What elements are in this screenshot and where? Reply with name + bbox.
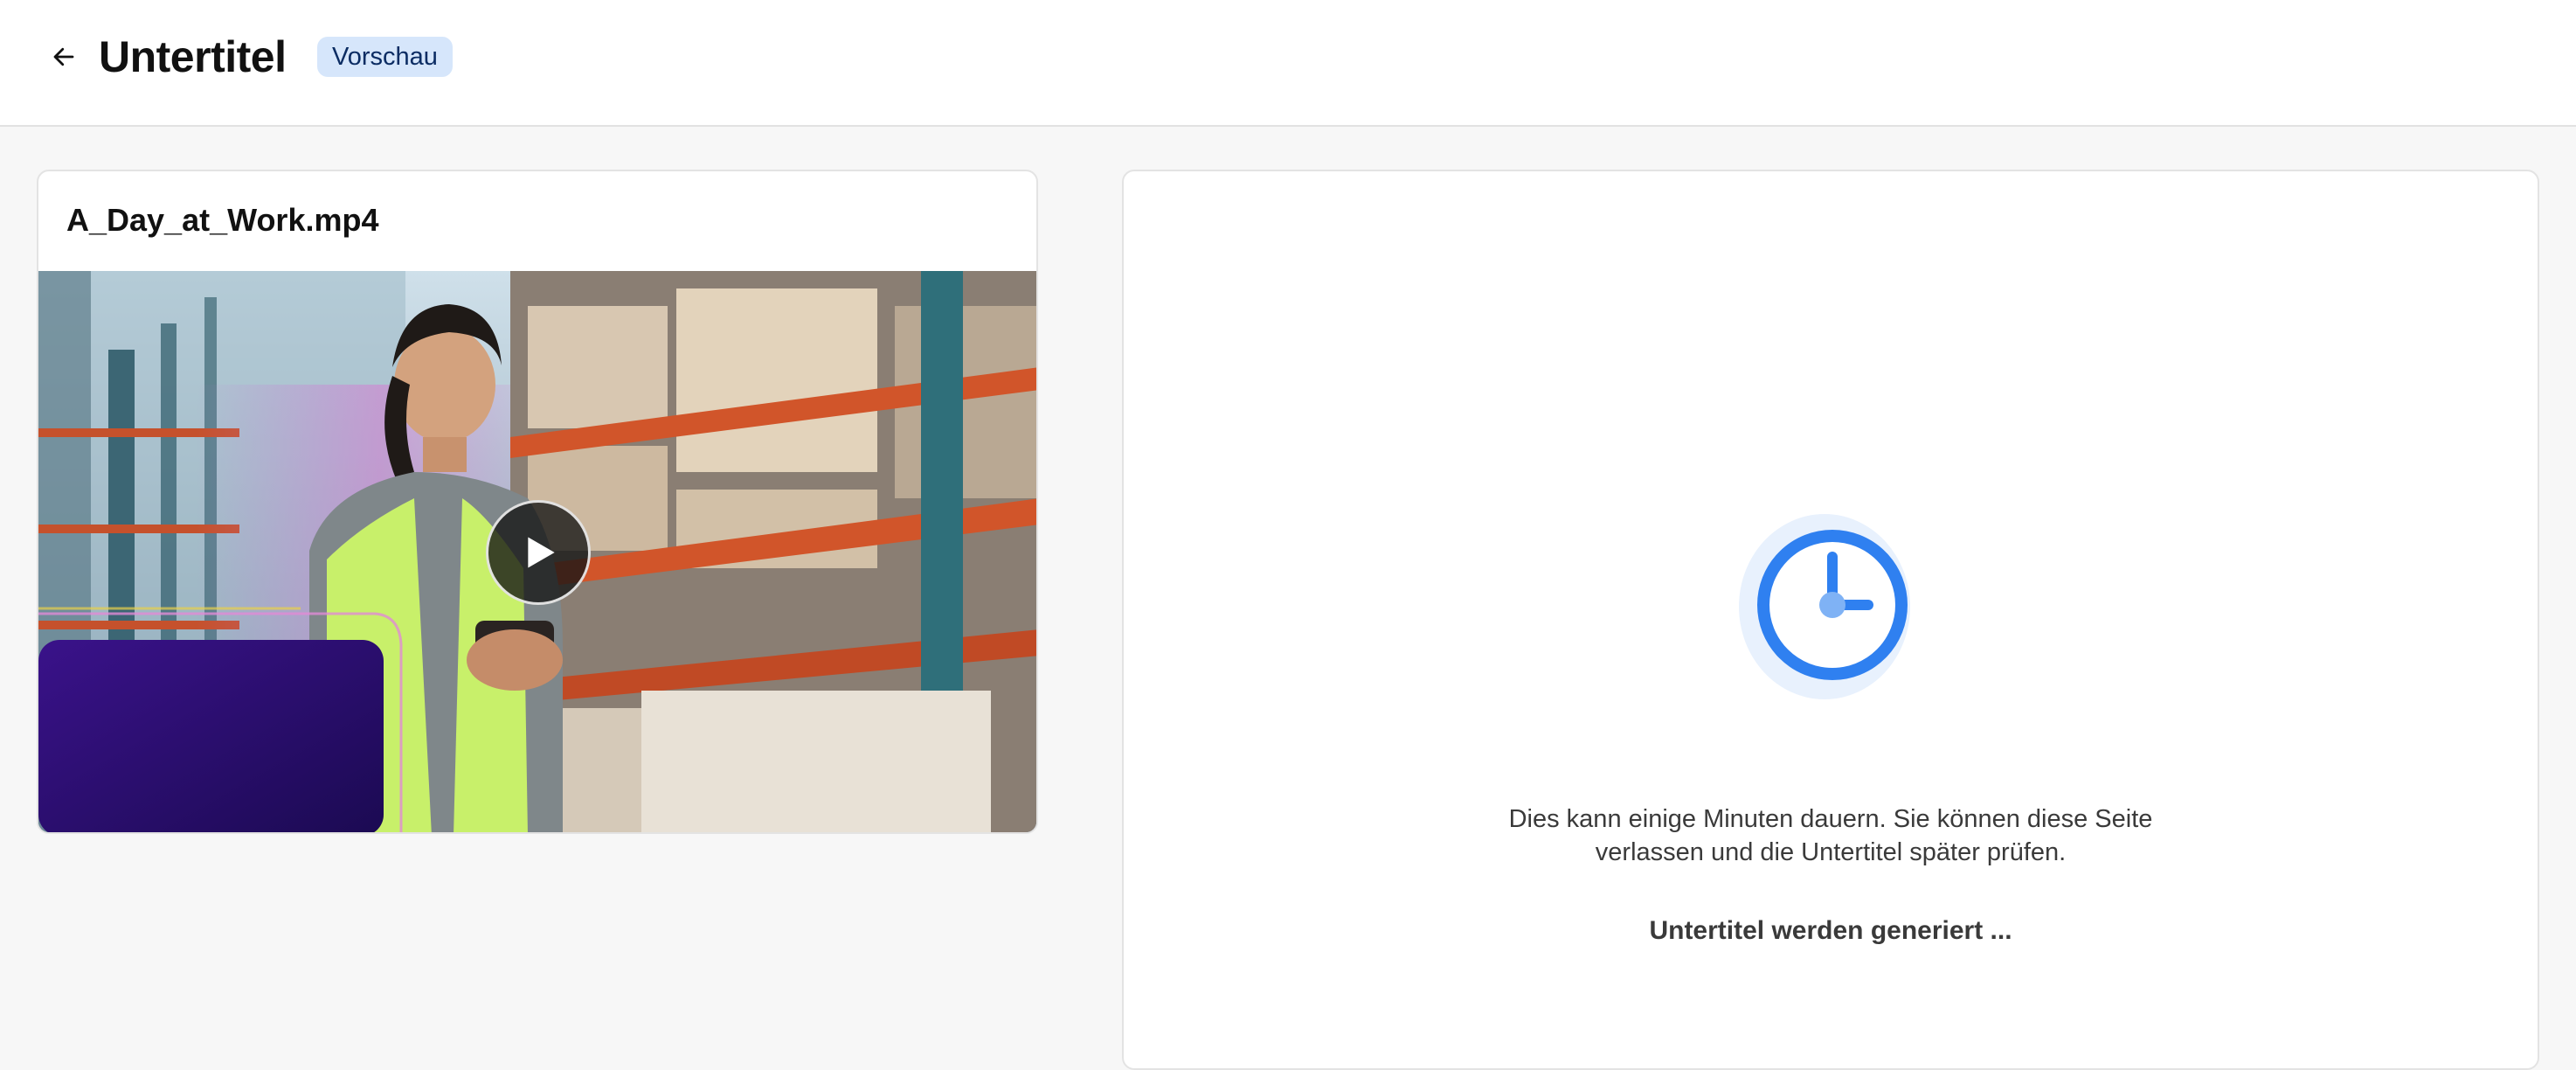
page-title: Untertitel: [99, 32, 287, 81]
generation-status-card: Untertitel werden generiert ...: [1122, 170, 2539, 1070]
video-player[interactable]: [38, 271, 1036, 832]
arrow-left-icon: [53, 47, 74, 66]
back-button[interactable]: [45, 38, 82, 75]
video-filename: A_Day_at_Work.mp4: [66, 202, 379, 238]
status-title: Untertitel werden generiert ...: [1649, 916, 2012, 945]
page-header: Untertitel Vorschau: [0, 0, 2576, 127]
preview-badge: Vorschau: [317, 37, 453, 77]
play-button[interactable]: [486, 500, 591, 605]
status-description: Dies kann einige Minuten dauern. Sie kön…: [1508, 805, 2153, 866]
play-icon: [528, 537, 555, 568]
video-card: A_Day_at_Work.mp4: [37, 170, 1038, 834]
clock-icon: [1739, 514, 1910, 699]
